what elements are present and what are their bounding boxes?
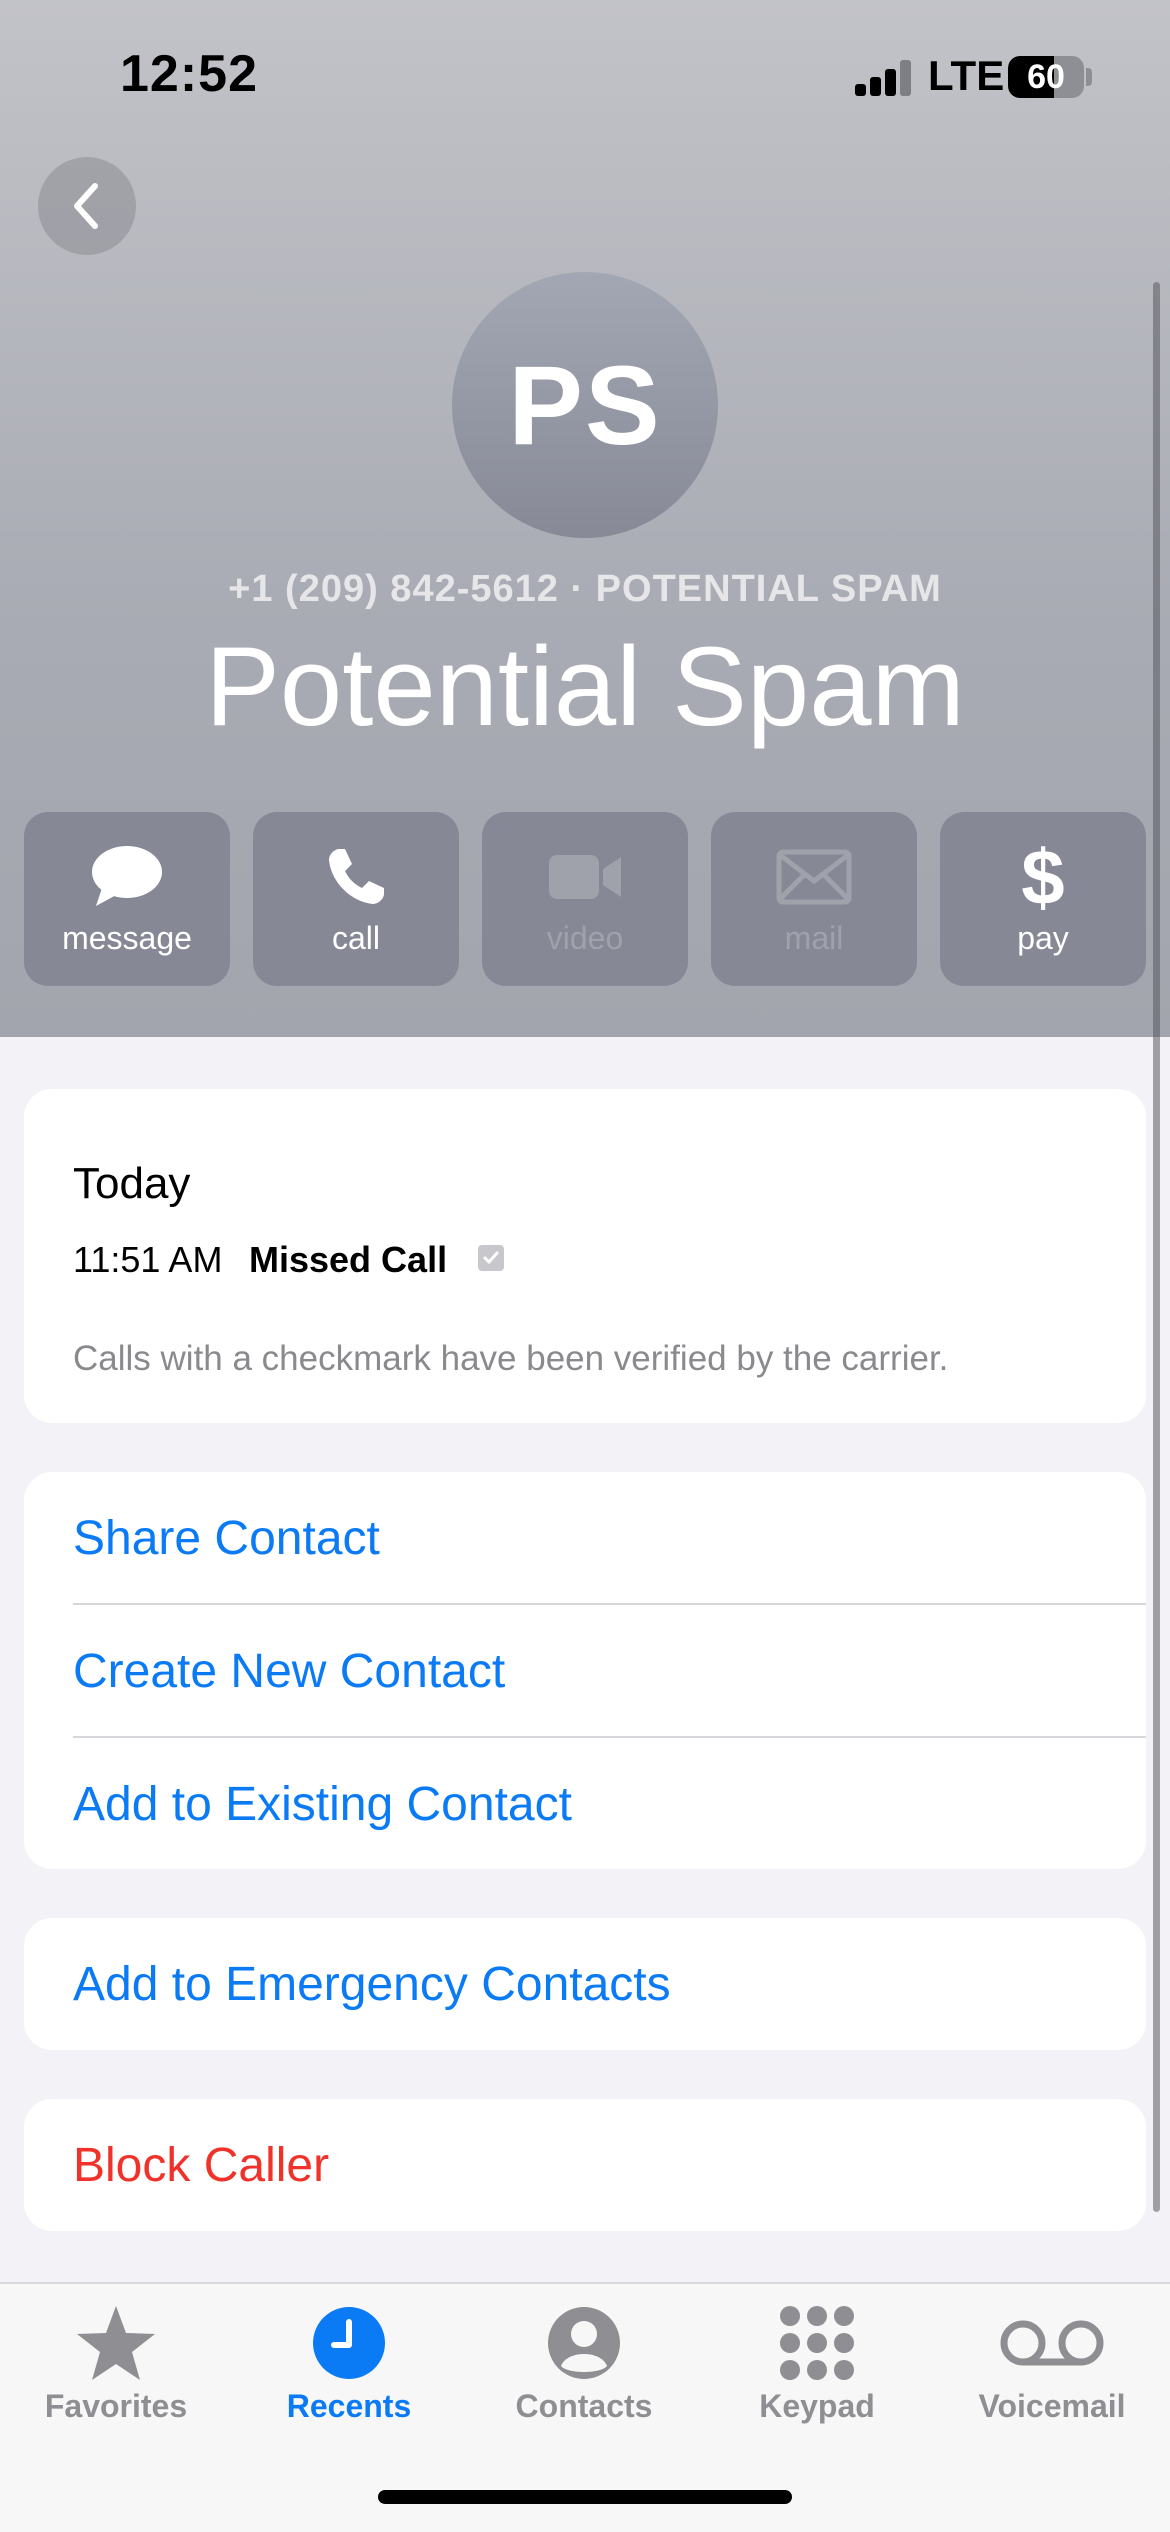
create-new-contact-button[interactable]: Create New Contact <box>73 1605 1146 1737</box>
status-time: 12:52 <box>120 45 258 103</box>
mail-label: mail <box>784 920 844 956</box>
video-button[interactable]: video <box>482 812 688 986</box>
status-bar: 12:52 LTE 60 <box>0 0 1170 150</box>
emergency-card: Add to Emergency Contacts <box>24 1918 1146 2050</box>
phone-icon <box>329 849 384 904</box>
scrollbar[interactable] <box>1153 282 1160 2212</box>
call-label: call <box>331 920 380 956</box>
clock-icon <box>313 2307 385 2379</box>
call-button[interactable]: call <box>253 812 459 986</box>
dollar-icon: $ <box>1021 833 1065 921</box>
verification-note: Calls with a checkmark have been verifie… <box>73 1339 949 1378</box>
voicemail-icon <box>1000 2320 1104 2366</box>
block-card: Block Caller <box>24 2099 1146 2231</box>
video-label: video <box>546 920 624 956</box>
message-button[interactable]: message <box>24 812 230 986</box>
share-contact-button[interactable]: Share Contact <box>73 1472 1146 1604</box>
tab-keypad[interactable]: Keypad <box>717 2302 917 2442</box>
message-icon <box>92 846 162 906</box>
block-caller-button[interactable]: Block Caller <box>73 2099 1146 2231</box>
avatar-initials: PS <box>508 342 662 468</box>
chevron-left-icon <box>74 183 98 229</box>
tab-label: Recents <box>286 2388 412 2424</box>
contact-header: 12:52 LTE 60 PS +1 (209) 842-5612 · POTE… <box>0 0 1170 1037</box>
battery-cap <box>1086 68 1092 86</box>
call-time: 11:51 AM <box>73 1239 223 1280</box>
tab-label: Voicemail <box>978 2388 1126 2424</box>
verified-checkmark-icon <box>478 1245 504 1271</box>
pay-button[interactable]: $ pay <box>940 812 1146 986</box>
network-type: LTE <box>928 52 1005 99</box>
tab-label: Favorites <box>44 2388 188 2424</box>
contact-name: Potential Spam <box>205 624 965 749</box>
tab-favorites[interactable]: Favorites <box>16 2302 216 2442</box>
battery-icon: 60 <box>1008 56 1084 98</box>
keypad-icon <box>780 2306 854 2380</box>
battery-level: 60 <box>1027 58 1065 96</box>
tab-label: Keypad <box>759 2388 875 2424</box>
call-history-card: Today 11:51 AM Missed Call Calls with a … <box>24 1089 1146 1423</box>
add-to-existing-contact-button[interactable]: Add to Existing Contact <box>73 1738 1146 1870</box>
avatar: PS <box>452 272 718 538</box>
contact-options-card: Share Contact Create New Contact Add to … <box>24 1472 1146 1869</box>
tab-label: Contacts <box>515 2388 653 2424</box>
tab-contacts[interactable]: Contacts <box>484 2302 684 2442</box>
call-type: Missed Call <box>249 1239 448 1280</box>
video-icon <box>549 855 621 899</box>
message-label: message <box>62 920 192 956</box>
mail-icon <box>776 849 852 905</box>
home-indicator[interactable] <box>378 2490 792 2504</box>
tab-recents[interactable]: Recents <box>249 2302 449 2442</box>
star-icon <box>77 2306 155 2380</box>
person-icon <box>548 2307 620 2379</box>
back-button[interactable] <box>38 157 136 255</box>
pay-label: pay <box>1017 920 1069 956</box>
tab-voicemail[interactable]: Voicemail <box>952 2302 1152 2442</box>
add-to-emergency-contacts-button[interactable]: Add to Emergency Contacts <box>73 1918 1146 2050</box>
signal-icon <box>855 60 915 96</box>
history-day: Today <box>73 1159 191 1208</box>
phone-number-subtitle: +1 (209) 842-5612 · POTENTIAL SPAM <box>228 568 942 610</box>
quick-actions: message call video mail $ pay <box>24 812 1146 986</box>
mail-button[interactable]: mail <box>711 812 917 986</box>
